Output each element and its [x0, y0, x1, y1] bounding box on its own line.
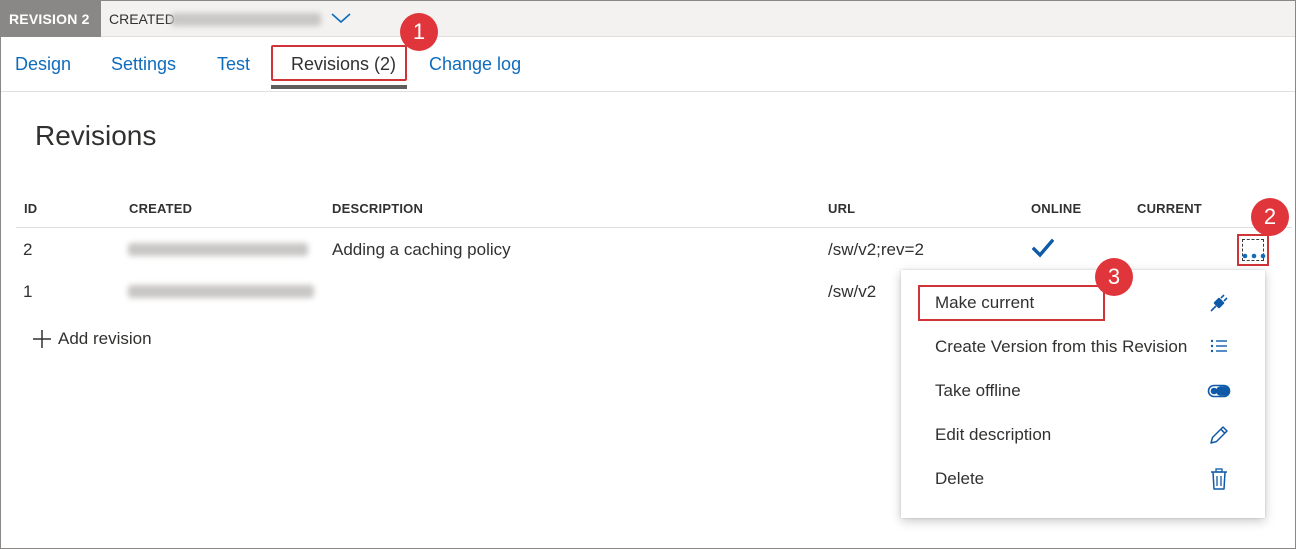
plug-icon — [1210, 294, 1228, 312]
revision-header-bar: REVISION 2 CREATED — [1, 1, 1295, 37]
tab-test[interactable]: Test — [217, 54, 250, 75]
menu-item-label: Create Version from this Revision — [935, 337, 1188, 356]
column-header-description: DESCRIPTION — [332, 201, 424, 216]
tab-change-log[interactable]: Change log — [429, 54, 521, 75]
menu-item-label: Delete — [935, 469, 985, 488]
table-header-divider — [16, 227, 1292, 228]
menu-item-delete[interactable]: Delete — [901, 457, 1265, 501]
column-header-current: CURRENT — [1137, 201, 1202, 216]
add-revision-label: Add revision — [58, 329, 152, 348]
created-label: CREATED — [109, 11, 175, 27]
revision-badge: REVISION 2 — [1, 1, 101, 37]
column-header-online: ONLINE — [1031, 201, 1082, 216]
trash-icon — [1211, 468, 1227, 490]
chevron-down-icon[interactable] — [330, 10, 352, 26]
menu-item-label: Edit description — [935, 425, 1052, 444]
list-icon — [1210, 339, 1227, 353]
highlight-box-revisions-tab — [271, 45, 407, 81]
active-tab-indicator — [271, 85, 407, 89]
pencil-icon — [1210, 426, 1228, 444]
menu-item-create-version[interactable]: Create Version from this Revision — [901, 325, 1265, 369]
row-id: 1 — [23, 282, 33, 301]
row-url: /sw/v2 — [828, 282, 877, 301]
tab-design[interactable]: Design — [15, 54, 71, 75]
row-id: 2 — [23, 240, 33, 259]
more-actions-button[interactable] — [1237, 234, 1269, 266]
highlight-box-make-current — [918, 285, 1105, 321]
menu-item-edit-description[interactable]: Edit description — [901, 413, 1265, 457]
plus-icon — [33, 330, 51, 348]
tab-bar: Design Settings Test Revisions (2) Chang… — [1, 38, 1295, 92]
column-header-created: CREATED — [129, 201, 193, 216]
column-header-url: URL — [828, 201, 856, 216]
menu-item-take-offline[interactable]: Take offline — [901, 369, 1265, 413]
add-revision-button[interactable]: Add revision — [32, 329, 152, 349]
row-url: /sw/v2;rev=2 — [828, 240, 924, 259]
row-created-redacted — [128, 285, 314, 298]
toggle-icon — [1207, 384, 1231, 398]
ellipsis-icon — [1242, 253, 1266, 259]
column-header-id: ID — [24, 201, 38, 216]
callout-badge-1: 1 — [400, 13, 438, 51]
row-description: Adding a caching policy — [332, 240, 511, 259]
menu-item-label: Take offline — [935, 381, 1021, 400]
tab-settings[interactable]: Settings — [111, 54, 176, 75]
created-date-redacted — [171, 13, 321, 26]
page-title: Revisions — [35, 120, 157, 151]
callout-badge-3: 3 — [1095, 258, 1133, 296]
row-created-redacted — [128, 243, 308, 256]
callout-badge-2: 2 — [1251, 198, 1289, 236]
checkmark-icon — [1032, 238, 1054, 258]
